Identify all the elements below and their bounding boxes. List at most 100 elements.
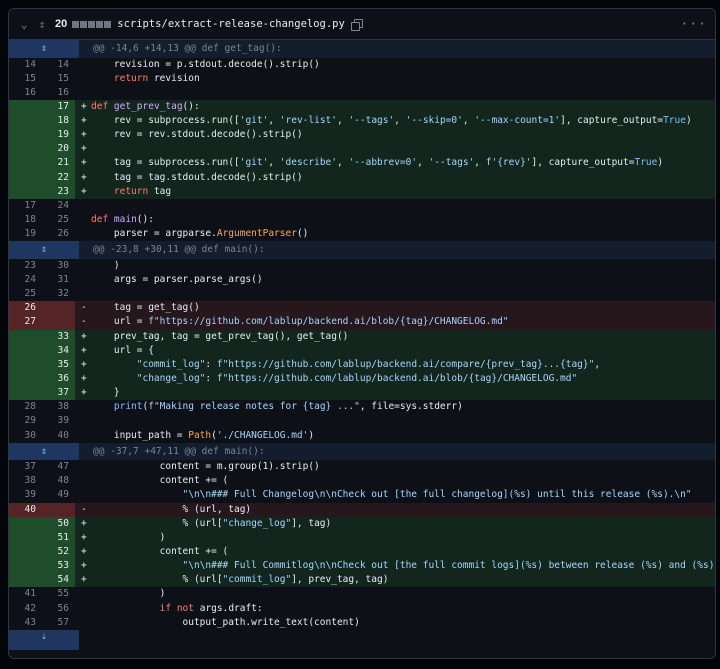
new-line-number[interactable]: 34 — [42, 343, 75, 358]
new-line-number[interactable]: 54 — [42, 573, 75, 588]
old-line-number[interactable] — [9, 357, 42, 372]
old-line-number[interactable]: 15 — [9, 72, 42, 86]
addition-row: 54 + % (url["commit_log"], prev_tag, tag) — [9, 573, 715, 588]
context-row: 28 38 print(f"Making release notes for {t… — [9, 400, 715, 414]
new-line-number[interactable]: 19 — [42, 128, 75, 143]
new-line-number[interactable]: 47 — [42, 460, 75, 474]
old-line-number[interactable] — [9, 516, 42, 531]
old-line-number[interactable] — [9, 386, 42, 401]
old-line-number[interactable]: 27 — [9, 315, 42, 330]
new-line-number[interactable]: 26 — [42, 227, 75, 241]
hunk-header-text: @@ -37,7 +47,11 @@ def main(): — [79, 442, 715, 461]
old-line-number[interactable] — [9, 573, 42, 588]
new-line-number[interactable] — [42, 301, 75, 316]
new-line-number[interactable]: 50 — [42, 516, 75, 531]
new-line-number[interactable]: 30 — [42, 259, 75, 273]
old-line-number[interactable]: 17 — [9, 199, 42, 213]
new-line-number[interactable]: 49 — [42, 488, 75, 502]
old-line-number[interactable]: 42 — [9, 602, 42, 616]
expand-icon[interactable]: ⇣ — [9, 629, 79, 650]
old-line-number[interactable]: 29 — [9, 414, 42, 428]
old-line-number[interactable]: 16 — [9, 86, 42, 100]
old-line-number[interactable] — [9, 114, 42, 129]
old-line-number[interactable]: 19 — [9, 227, 42, 241]
new-line-number[interactable]: 53 — [42, 559, 75, 574]
new-line-number[interactable]: 15 — [42, 72, 75, 86]
new-line-number[interactable]: 57 — [42, 616, 75, 630]
new-line-number[interactable]: 38 — [42, 400, 75, 414]
code-line: revision = p.stdout.decode().strip() — [91, 58, 715, 72]
old-line-number[interactable] — [9, 343, 42, 358]
old-line-number[interactable] — [9, 545, 42, 560]
code-line: } — [91, 386, 715, 401]
new-line-number[interactable]: 24 — [42, 199, 75, 213]
new-line-number[interactable]: 25 — [42, 213, 75, 227]
old-line-number[interactable]: 18 — [9, 213, 42, 227]
chevron-down-icon[interactable]: ⌄ — [17, 18, 31, 31]
new-line-number[interactable] — [42, 502, 75, 517]
old-line-number[interactable] — [9, 142, 42, 157]
code-token: ArgumentParser — [216, 228, 297, 240]
new-line-number[interactable]: 16 — [42, 86, 75, 100]
old-line-number[interactable]: 26 — [9, 301, 42, 316]
new-line-number[interactable] — [42, 315, 75, 330]
new-line-number[interactable]: 17 — [42, 99, 75, 115]
old-line-number[interactable]: 41 — [9, 587, 42, 601]
new-line-number[interactable]: 31 — [42, 273, 75, 287]
old-line-number[interactable] — [9, 156, 42, 171]
new-line-number[interactable]: 33 — [42, 329, 75, 344]
file-path[interactable]: scripts/extract-release-changelog.py — [117, 18, 345, 30]
new-line-number[interactable]: 22 — [42, 170, 75, 185]
old-line-number[interactable] — [9, 559, 42, 574]
expand-icon[interactable]: ⇕ — [9, 241, 79, 259]
diff-sign: + — [75, 386, 91, 401]
old-line-number[interactable] — [9, 170, 42, 185]
copy-icon[interactable] — [350, 19, 363, 31]
kebab-icon[interactable]: ··· — [681, 17, 707, 32]
old-line-number[interactable]: 30 — [9, 429, 42, 443]
expand-icon[interactable]: ⇕ — [9, 40, 79, 58]
old-line-number[interactable]: 14 — [9, 58, 42, 72]
old-line-number[interactable]: 38 — [9, 474, 42, 488]
new-line-number[interactable]: 21 — [42, 156, 75, 171]
new-line-number[interactable]: 52 — [42, 545, 75, 560]
old-line-number[interactable]: 40 — [9, 502, 42, 517]
diff-sign — [75, 287, 91, 301]
new-line-number[interactable]: 20 — [42, 142, 75, 157]
old-line-number[interactable] — [9, 184, 42, 199]
diff-sign — [75, 273, 91, 287]
old-line-number[interactable] — [9, 329, 42, 344]
new-line-number[interactable]: 40 — [42, 429, 75, 443]
new-line-number[interactable]: 36 — [42, 371, 75, 387]
new-line-number[interactable]: 37 — [42, 386, 75, 401]
new-line-number[interactable]: 55 — [42, 587, 75, 601]
old-line-number[interactable]: 23 — [9, 259, 42, 273]
context-row: 41 55 ) — [9, 587, 715, 601]
old-line-number[interactable] — [9, 371, 42, 387]
diff-sign: + — [75, 530, 91, 545]
old-line-number[interactable] — [9, 99, 42, 115]
expand-icon[interactable]: ⇕ — [9, 442, 79, 461]
new-line-number[interactable]: 32 — [42, 287, 75, 301]
unfold-icon[interactable]: ⇕ — [35, 18, 49, 31]
new-line-number[interactable]: 23 — [42, 184, 75, 199]
new-line-number[interactable]: 35 — [42, 357, 75, 372]
new-line-number[interactable]: 39 — [42, 414, 75, 428]
old-line-number[interactable] — [9, 530, 42, 545]
new-line-number[interactable]: 14 — [42, 58, 75, 72]
code-token: return — [113, 185, 149, 197]
old-line-number[interactable]: 37 — [9, 460, 42, 474]
old-line-number[interactable] — [9, 128, 42, 143]
new-line-number[interactable]: 51 — [42, 530, 75, 545]
new-line-number[interactable]: 18 — [42, 114, 75, 129]
deletion-row: 26 - tag = get_tag() — [9, 301, 715, 316]
old-line-number[interactable]: 43 — [9, 616, 42, 630]
old-line-number[interactable]: 24 — [9, 273, 42, 287]
code-token: ) — [91, 531, 166, 543]
new-line-number[interactable]: 48 — [42, 474, 75, 488]
new-line-number[interactable]: 56 — [42, 602, 75, 616]
old-line-number[interactable]: 28 — [9, 400, 42, 414]
code-line: "\n\n### Full Changelog\n\nCheck out [th… — [91, 488, 715, 502]
old-line-number[interactable]: 25 — [9, 287, 42, 301]
old-line-number[interactable]: 39 — [9, 488, 42, 502]
